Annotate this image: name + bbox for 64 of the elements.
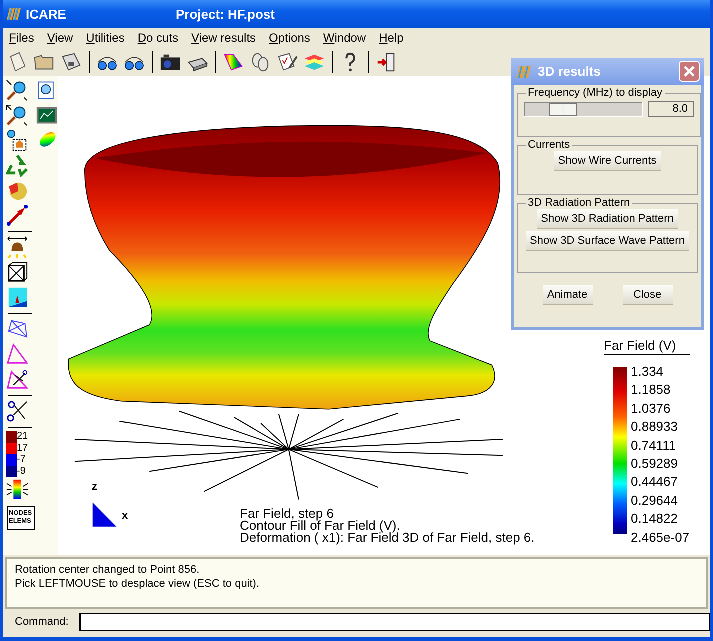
legend-value: 1.334 [631,363,665,381]
menu-item[interactable]: Help [379,31,404,45]
range-label: 21 [17,431,28,442]
legend-value: 0.74111 [631,436,678,455]
app-logo-icon [6,6,22,22]
zoom-in-icon[interactable] [6,79,28,102]
legend-value: 0.14822 [631,510,679,528]
lamp-icon[interactable] [6,236,29,259]
axis-label: z [92,481,98,493]
show-pattern-button[interactable]: Show 3D Radiation Pattern [537,209,678,228]
message-text: Pick LEFTMOUSE to desplace view (ESC to quit). [15,577,261,591]
slider-thumb[interactable] [549,102,578,116]
result-info-text: Far Field, step 6 [240,508,335,520]
menu-item[interactable]: Window [323,31,366,45]
value-range-button[interactable]: 21 17 -7 -9 [3,431,36,477]
menu-item[interactable]: Do cuts [138,31,179,45]
legend-value: 1.1858 [631,381,672,400]
checklist-icon[interactable] [276,50,299,74]
show-pattern-button[interactable]: Show 3D Surface Wave Pattern [526,231,689,250]
menu-item[interactable]: Utilities [86,31,125,45]
zoom-house-icon[interactable] [6,129,28,152]
menu-item[interactable]: View [47,31,74,45]
message-text: Rotation center changed to Point 856. [15,563,201,577]
legend-value: 2.465e-07 [631,528,690,547]
close-icon[interactable] [679,61,700,82]
range-label: 17 [17,442,28,454]
window-title: Project: HF.post [176,6,275,22]
legend-value: 0.59289 [631,455,679,474]
legend-title: Far Field (V) [604,338,690,355]
cube-icon[interactable] [6,286,29,309]
arrow-icon[interactable] [6,204,29,227]
triangle-icon[interactable] [6,343,29,366]
command-field[interactable] [78,613,710,631]
dialog-button[interactable]: Animate [542,285,592,304]
legend-value: 0.29644 [631,492,679,510]
triangle-scissors-icon[interactable] [6,368,29,391]
dialog-title: 3D results [538,64,602,79]
range-label: -9 [17,466,27,477]
app-name: ICARE [26,6,68,22]
result-info-text: Contour Fill of Far Field (V). [240,520,402,532]
scissors-icon[interactable] [6,400,29,423]
menu-item[interactable]: Options [269,31,310,45]
group-label: Currents [527,139,572,151]
legend-value: 1.0376 [631,400,672,418]
recycle-icon[interactable] [6,154,29,177]
command-label: Command: [15,616,69,628]
axis-label: x [122,510,128,522]
result-info-text: Deformation ( x1): Far Field 3D of Far Field, step 6. [240,532,535,544]
legend-value: 0.44467 [631,473,679,492]
axis-triad-drawing [92,502,117,527]
group-label: Frequency (MHz) to display [527,87,664,99]
dialog-button[interactable]: Close [622,285,672,304]
app-logo-icon [516,64,532,80]
wireframe-box-icon[interactable] [6,261,29,284]
frequency-slider[interactable] [524,102,643,116]
legend-value: 0.88933 [631,418,679,436]
menu-item[interactable]: Files [9,31,34,45]
group-label: 3D Radiation Pattern [527,197,632,209]
frequency-value: 8.0 [648,101,694,117]
range-label: -7 [17,454,27,466]
show-currents-button[interactable]: Show Wire Currents [554,151,661,170]
zoom-out-icon[interactable] [6,104,28,127]
color-scale-icon[interactable] [6,478,29,501]
menu-item[interactable]: View results [192,31,256,45]
